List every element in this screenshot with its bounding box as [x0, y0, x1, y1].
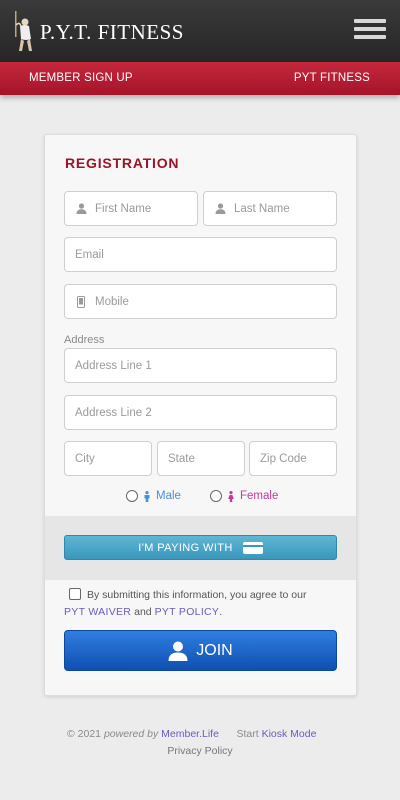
registration-title: REGISTRATION	[65, 155, 180, 171]
join-button[interactable]: JOIN	[64, 630, 337, 671]
powered-by-text: powered by	[103, 728, 159, 740]
user-icon	[75, 203, 87, 215]
paying-with-button[interactable]: I'M PAYING WITH	[64, 535, 337, 560]
agreement-section: By submitting this information, you agre…	[64, 587, 339, 621]
credit-card-icon	[242, 541, 263, 554]
zip-code-field[interactable]: Zip Code	[249, 441, 337, 476]
gender-female-option[interactable]: Female	[210, 490, 278, 502]
mobile-phone-icon	[75, 295, 87, 308]
mobile-placeholder: Mobile	[95, 295, 129, 308]
agreement-period: .	[219, 606, 223, 618]
pyt-policy-link[interactable]: PYT POLICY	[155, 606, 220, 618]
kiosk-mode-link[interactable]: Kiosk Mode	[262, 728, 317, 740]
last-name-placeholder: Last Name	[234, 202, 290, 215]
address-line-1-field[interactable]: Address Line 1	[64, 348, 337, 383]
gender-male-option[interactable]: Male	[126, 490, 181, 502]
female-radio[interactable]	[210, 490, 222, 502]
brand-name: P.Y.T. FITNESS	[40, 19, 184, 44]
privacy-policy-link[interactable]: Privacy Policy	[0, 745, 400, 757]
male-label: Male	[156, 490, 181, 502]
join-label: JOIN	[196, 641, 233, 659]
member-life-link[interactable]: Member.Life	[161, 728, 219, 740]
brand-logo[interactable]: P.Y.T. FITNESS	[12, 10, 184, 54]
start-text: Start	[236, 728, 259, 740]
address-line-2-field[interactable]: Address Line 2	[64, 395, 337, 430]
male-radio[interactable]	[126, 490, 138, 502]
last-name-field[interactable]: Last Name	[203, 191, 337, 226]
mobile-field[interactable]: Mobile	[64, 284, 337, 319]
agree-checkbox[interactable]	[69, 588, 81, 600]
email-placeholder: Email	[75, 248, 104, 261]
payment-section: I'M PAYING WITH	[45, 516, 356, 580]
copyright-text: © 2021	[67, 728, 102, 740]
state-placeholder: State	[168, 452, 195, 465]
agreement-text: By submitting this information, you agre…	[87, 589, 307, 601]
menu-icon[interactable]	[354, 19, 386, 43]
city-placeholder: City	[75, 452, 95, 465]
email-field[interactable]: Email	[64, 237, 337, 272]
female-icon	[228, 490, 234, 502]
pyt-fitness-link[interactable]: PYT FITNESS	[294, 72, 370, 84]
user-icon	[214, 203, 226, 215]
male-icon	[144, 490, 150, 502]
address-line-2-placeholder: Address Line 2	[75, 406, 152, 419]
nav-bar: MEMBER SIGN UP PYT FITNESS	[0, 62, 400, 95]
state-field[interactable]: State	[157, 441, 245, 476]
registration-card: REGISTRATION First Name Last Name Email …	[44, 134, 357, 696]
zip-code-placeholder: Zip Code	[260, 452, 307, 465]
first-name-field[interactable]: First Name	[64, 191, 198, 226]
city-field[interactable]: City	[64, 441, 152, 476]
agreement-and: and	[134, 606, 152, 618]
paying-with-label: I'M PAYING WITH	[138, 541, 233, 554]
address-label: Address	[64, 334, 105, 346]
athlete-silhouette-icon	[12, 11, 38, 53]
female-label: Female	[240, 490, 279, 502]
address-line-1-placeholder: Address Line 1	[75, 359, 152, 372]
user-icon	[168, 641, 188, 661]
pyt-waiver-link[interactable]: PYT WAIVER	[64, 606, 131, 618]
member-sign-up-link[interactable]: MEMBER SIGN UP	[29, 72, 133, 84]
top-bar: P.Y.T. FITNESS	[0, 0, 400, 62]
first-name-placeholder: First Name	[95, 202, 152, 215]
